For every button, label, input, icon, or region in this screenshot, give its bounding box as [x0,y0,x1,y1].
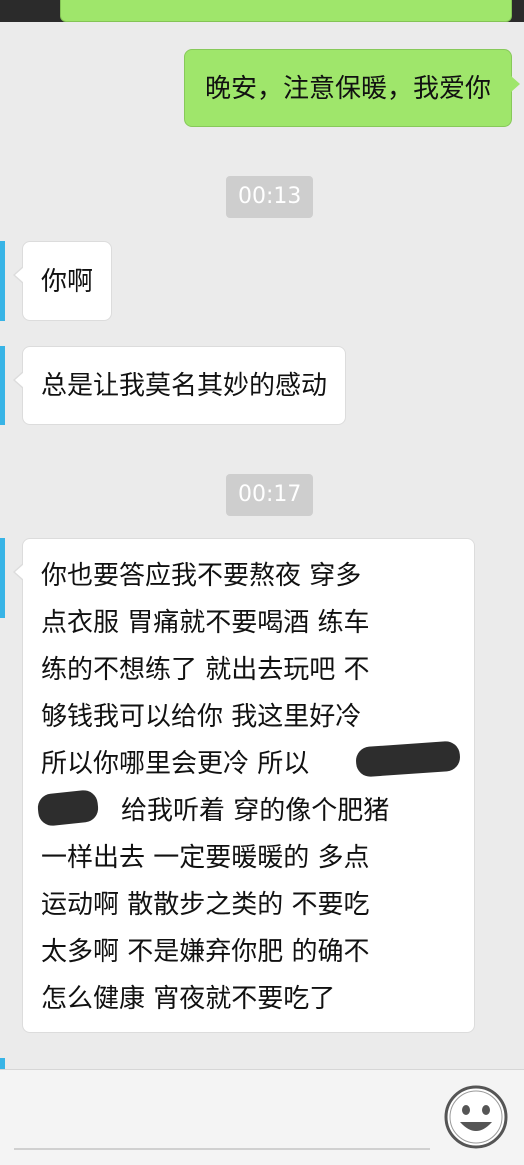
message-accent-bar [0,241,5,321]
message-accent-bar [0,538,5,618]
message-text-line: 运动啊 散散步之类的 不要吃 [41,890,370,920]
message-text-line: 点衣服 胃痛就不要喝酒 练车 [41,608,370,638]
message-text-line: 练的不想练了 就出去玩吧 不 [41,655,370,685]
input-bar [0,1069,524,1165]
message-text-line: 怎么健康 宵夜就不要吃了 [41,984,336,1014]
timestamp-label: 00:13 [226,176,314,218]
timestamp-label: 00:17 [226,474,314,516]
smiley-face-icon[interactable] [443,1084,509,1150]
message-text-line: 太多啊 不是嫌弃你肥 的确不 [41,937,370,967]
sent-message-bubble[interactable]: 晚安，注意保暖，我爱你 [183,49,521,127]
message-text-fragment: 给我听着 穿的像个肥猪 [121,796,390,826]
received-message-bubble[interactable]: 你也要答应我不要熬夜 穿多 点衣服 胃痛就不要喝酒 练车 练的不想练了 就出去玩… [13,538,475,1033]
message-text-line: 一样出去 一定要暖暖的 多点 [41,843,370,873]
message-accent-bar [0,346,5,425]
top-status-bar [0,0,524,22]
message-accent-bar [0,1058,5,1069]
previous-message-bubble-edge [60,0,512,22]
message-text-line: 给我听着 穿的像个肥猪 [41,788,460,835]
message-text-fragment: 所以你哪里会更冷 所以 [41,749,310,779]
message-input[interactable] [14,1148,430,1150]
message-text-line: 够钱我可以给你 我这里好冷 [41,702,362,732]
received-message-bubble[interactable]: 总是让我莫名其妙的感动 [12,346,347,425]
message-text-line: 你也要答应我不要熬夜 穿多 [41,561,362,591]
received-message-bubble[interactable]: 你啊 [12,241,113,321]
